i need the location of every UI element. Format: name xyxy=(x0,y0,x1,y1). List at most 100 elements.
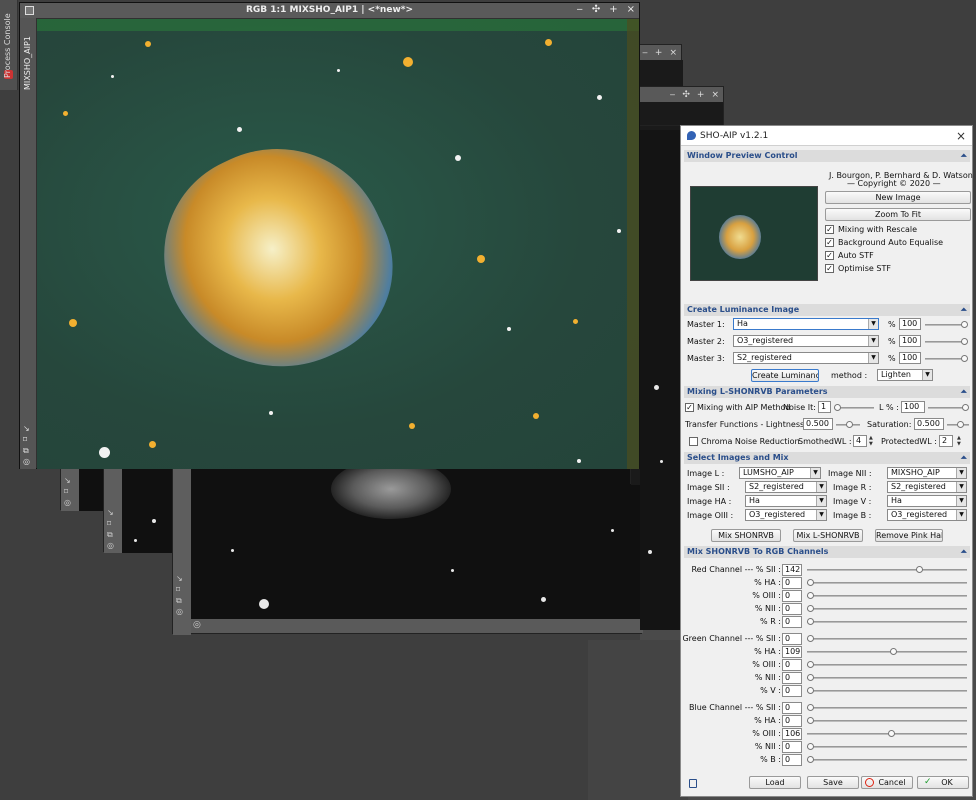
minimize-button[interactable]: ‒ xyxy=(576,4,582,15)
channel-green-slider[interactable] xyxy=(807,687,967,694)
close-button[interactable]: × xyxy=(669,48,677,58)
channel-red-input[interactable]: 0 xyxy=(782,577,802,589)
star xyxy=(573,319,578,324)
back-image-2 xyxy=(122,469,176,553)
channel-green-slider[interactable] xyxy=(807,674,967,681)
back-window-side-1: ↘ ⌑ ◎ xyxy=(61,469,79,511)
image-side-tab-label: MIXSHO_AIP1 xyxy=(23,36,32,90)
back-image-window-2[interactable]: ↘ ⌑ ⧉ ◎ xyxy=(103,468,176,553)
fullscreen-button[interactable]: + xyxy=(697,90,705,100)
channel-blue-input[interactable]: 0 xyxy=(782,702,802,714)
channel-red-slider[interactable] xyxy=(807,618,967,625)
star xyxy=(259,599,269,609)
crab-nebula-image[interactable] xyxy=(37,19,639,469)
channel-blue-label: % HA : xyxy=(754,716,781,725)
star xyxy=(152,519,156,523)
channel-green-input[interactable]: 0 xyxy=(782,685,802,697)
side-icons[interactable]: ↘ ⌑ ⧉ ◎ xyxy=(23,423,30,467)
main-window-titlebar[interactable]: RGB 1:1 MIXSHO_AIP1 | <*new*> ‒ ✣ + × xyxy=(20,3,639,18)
ok-button[interactable]: ✓ OK xyxy=(917,776,969,789)
slider-knob[interactable] xyxy=(888,730,895,737)
channel-green-input[interactable]: 109 xyxy=(782,646,802,658)
star xyxy=(451,569,454,572)
slider-knob[interactable] xyxy=(807,605,814,612)
channel-red-input[interactable]: 142 xyxy=(782,564,802,576)
back-window-statusbar: ◎ xyxy=(191,619,643,633)
star xyxy=(545,39,552,46)
slider-knob[interactable] xyxy=(807,579,814,586)
slider-knob[interactable] xyxy=(807,618,814,625)
channel-red-slider[interactable] xyxy=(807,579,967,586)
channel-green-input[interactable]: 0 xyxy=(782,672,802,684)
channel-red-label: Red Channel --- % SII : xyxy=(691,565,781,574)
workspace-background-2 xyxy=(588,640,688,800)
slider-knob[interactable] xyxy=(807,635,814,642)
back-image-1 xyxy=(79,469,105,511)
back-image-window-5[interactable]: ‒ ✣ + × xyxy=(636,86,724,126)
maximize-button[interactable]: + xyxy=(609,4,617,15)
slider-knob[interactable] xyxy=(807,743,814,750)
slider-knob[interactable] xyxy=(807,592,814,599)
channel-red-slider[interactable] xyxy=(807,605,967,612)
cancel-button[interactable]: Cancel xyxy=(861,776,913,789)
channel-blue-slider[interactable] xyxy=(807,743,967,750)
channel-rows: Red Channel --- % SII :142% HA :0% OIII … xyxy=(681,126,974,798)
channel-red-slider[interactable] xyxy=(807,566,967,573)
channel-blue-input[interactable]: 106 xyxy=(782,728,802,740)
channel-blue-slider[interactable] xyxy=(807,756,967,763)
cancel-label: Cancel xyxy=(878,778,906,787)
process-console-tab[interactable]: Process Console xyxy=(0,0,18,90)
image-side-tab[interactable]: MIXSHO_AIP1 ↘ ⌑ ⧉ ◎ xyxy=(20,18,36,469)
minimize-button[interactable]: ‒ xyxy=(642,48,648,58)
cancel-icon xyxy=(865,778,874,787)
slider-knob[interactable] xyxy=(807,661,814,668)
channel-red-slider[interactable] xyxy=(807,592,967,599)
shade-button[interactable]: ✣ xyxy=(592,4,600,15)
back-image-3 xyxy=(191,469,643,621)
slider-knob[interactable] xyxy=(890,648,897,655)
slider-knob[interactable] xyxy=(807,674,814,681)
slider-knob[interactable] xyxy=(807,717,814,724)
ok-label: OK xyxy=(941,778,953,787)
slider-knob[interactable] xyxy=(807,704,814,711)
main-window-title: RGB 1:1 MIXSHO_AIP1 | <*new*> xyxy=(245,5,414,15)
channel-blue-slider[interactable] xyxy=(807,730,967,737)
channel-blue-input[interactable]: 0 xyxy=(782,741,802,753)
channel-blue-input[interactable]: 0 xyxy=(782,715,802,727)
channel-green-slider[interactable] xyxy=(807,661,967,668)
minimize-button[interactable]: ‒ xyxy=(670,90,676,100)
sho-aip-dialog[interactable]: SHO-AIP v1.2.1 × Window Preview Control ⏶… xyxy=(680,125,973,797)
load-button[interactable]: Load xyxy=(749,776,801,789)
maximize-button[interactable]: + xyxy=(655,48,663,58)
channel-red-input[interactable]: 0 xyxy=(782,603,802,615)
channel-blue-slider[interactable] xyxy=(807,704,967,711)
back-image-window-3[interactable]: ↘ ⌑ ⧉ ◎ ◎ xyxy=(172,468,643,635)
channel-red-label: % R : xyxy=(760,617,781,626)
slider-knob[interactable] xyxy=(807,756,814,763)
star xyxy=(577,459,581,463)
channel-green-slider[interactable] xyxy=(807,635,967,642)
slider-knob[interactable] xyxy=(807,687,814,694)
image-right-band xyxy=(627,19,639,469)
maximize-button[interactable]: ✣ xyxy=(682,90,690,100)
channel-red-input[interactable]: 0 xyxy=(782,590,802,602)
main-image-window[interactable]: RGB 1:1 MIXSHO_AIP1 | <*new*> ‒ ✣ + × MI… xyxy=(19,2,640,469)
back-image-strip xyxy=(640,130,680,630)
channel-blue-slider[interactable] xyxy=(807,717,967,724)
star xyxy=(149,441,156,448)
back-image-window-1[interactable]: ↘ ⌑ ◎ xyxy=(60,468,105,511)
star xyxy=(541,597,546,602)
channel-green-input[interactable]: 0 xyxy=(782,659,802,671)
channel-red-input[interactable]: 0 xyxy=(782,616,802,628)
save-button[interactable]: Save xyxy=(807,776,859,789)
channel-blue-input[interactable]: 0 xyxy=(782,754,802,766)
channel-green-input[interactable]: 0 xyxy=(782,633,802,645)
help-icon[interactable] xyxy=(689,779,697,788)
close-button[interactable]: × xyxy=(711,90,719,100)
slider-knob[interactable] xyxy=(916,566,923,573)
star xyxy=(63,111,68,116)
channel-green-slider[interactable] xyxy=(807,648,967,655)
process-console-label: Process Console xyxy=(3,13,12,78)
settings-icon[interactable]: ◎ xyxy=(193,620,201,630)
close-button[interactable]: × xyxy=(627,4,635,15)
